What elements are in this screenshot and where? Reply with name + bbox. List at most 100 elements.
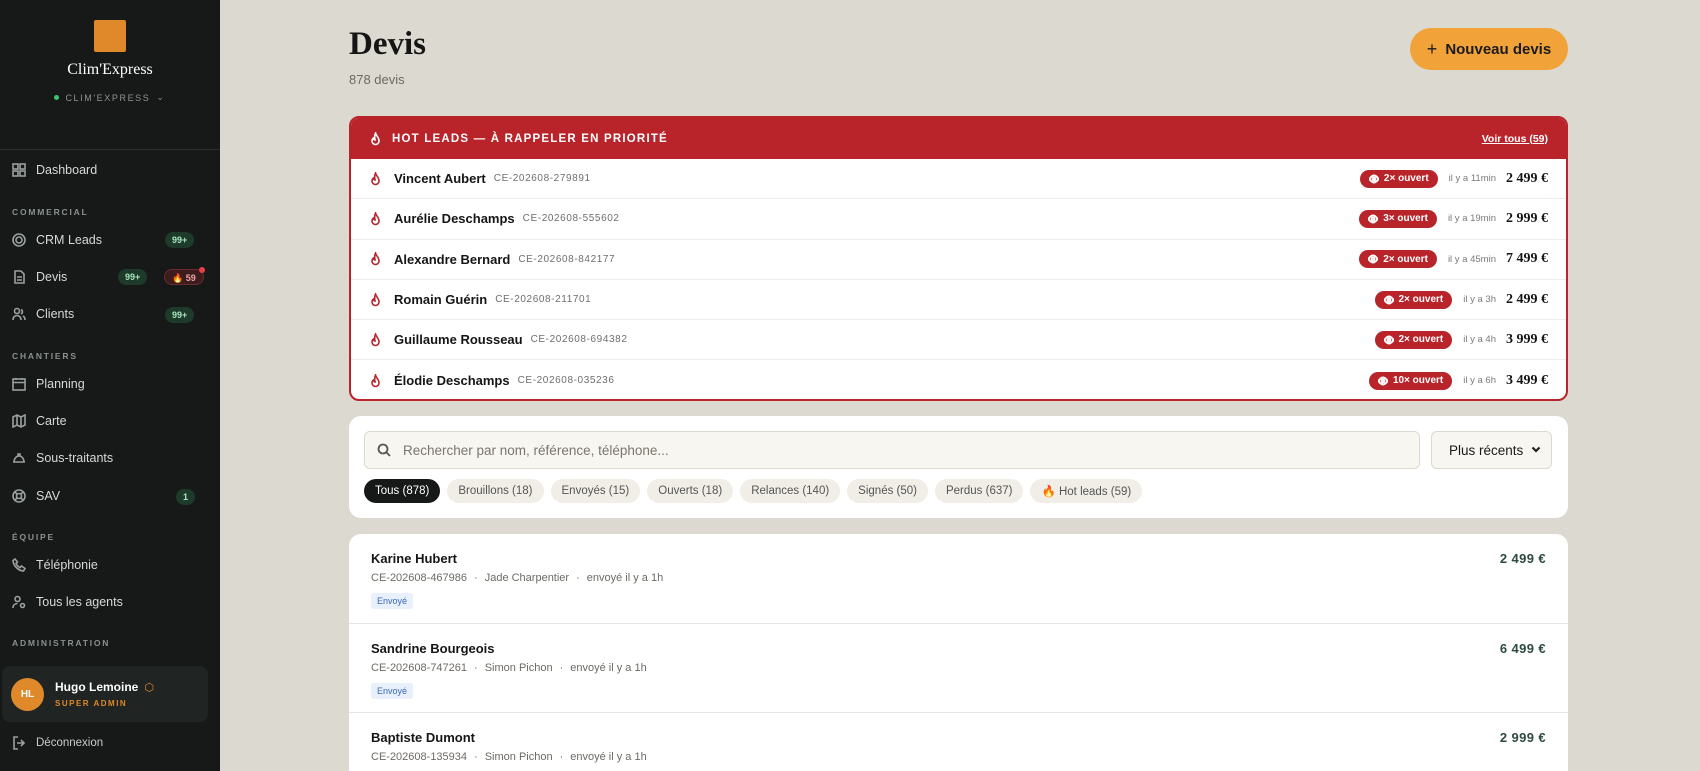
hot-lead-row[interactable]: Romain Guérin CE-202608-211701 2× ouvert il…	[351, 280, 1566, 321]
separator: ·	[474, 572, 478, 584]
quote-row[interactable]: Sandrine Bourgeois CE-202608-747261 · Simon…	[349, 624, 1568, 713]
lead-reference: CE-202608-694382	[530, 334, 628, 346]
quote-row[interactable]: Baptiste Dumont CE-202608-135934 · Simon Pi…	[349, 713, 1568, 771]
new-quote-button[interactable]: + Nouveau devis	[1410, 28, 1568, 70]
sidebar-item-label: CRM Leads	[36, 233, 102, 247]
lead-time: il y a 3h	[1463, 294, 1496, 306]
hot-leads-list: Vincent Aubert CE-202608-279891 2× ouvert i…	[351, 159, 1566, 399]
sidebar-item-sous-traitants[interactable]: Sous-traitants	[0, 444, 220, 472]
filter-chip[interactable]: Ouverts (18)	[647, 479, 734, 503]
brand-logo	[94, 20, 126, 52]
quote-reference: CE-202608-747261	[371, 661, 468, 674]
opened-count: 10× ouvert	[1392, 375, 1444, 387]
quote-agent: Simon Pichon	[484, 661, 553, 674]
calendar-icon	[12, 377, 26, 391]
quote-count: 878 devis	[349, 72, 405, 87]
sidebar-item-telephonie[interactable]: Téléphonie	[0, 551, 220, 579]
lead-amount: 2 999 €	[1506, 210, 1548, 226]
lead-name: Élodie Deschamps	[394, 373, 510, 389]
quote-reference: CE-202608-467986	[371, 572, 468, 584]
hot-leads-title: HOT LEADS — À RAPPELER EN PRIORITÉ	[392, 132, 668, 145]
flame-icon	[369, 171, 382, 186]
page-title: Devis	[349, 26, 426, 62]
hot-lead-row[interactable]: Alexandre Bernard CE-202608-842177 2× ouve…	[351, 240, 1566, 280]
eye-icon	[1383, 295, 1394, 305]
opened-count: 2× ouvert	[1383, 173, 1429, 185]
sidebar-item-label: Téléphonie	[36, 558, 98, 572]
eye-icon	[1377, 376, 1388, 386]
plus-icon: +	[1426, 38, 1438, 59]
sort-select[interactable]: Plus récents	[1431, 431, 1552, 469]
opened-count-badge: 2× ouvert	[1359, 250, 1437, 269]
filter-chip[interactable]: Envoyés (15)	[550, 479, 641, 503]
avatar: HL	[11, 677, 44, 711]
target-icon	[12, 233, 26, 247]
user-settings-icon	[12, 595, 26, 609]
devis-hot-badge: 🔥 59	[164, 267, 205, 285]
see-all-hot-leads-link[interactable]: Voir tous (59)	[1482, 133, 1548, 145]
user-card[interactable]: HL Hugo Lemoine ⬡ SUPER ADMIN	[2, 666, 208, 722]
map-icon	[12, 413, 26, 429]
sidebar-item-label: Dashboard	[36, 163, 98, 177]
search-input[interactable]	[403, 442, 1403, 458]
filter-chip[interactable]: Tous (878)	[364, 479, 441, 503]
sidebar-item-label: Tous les agents	[36, 595, 123, 609]
hot-lead-row[interactable]: Aurélie Deschamps CE-202608-555602 3× ouve…	[351, 199, 1566, 240]
lead-meta: 2× ouvert il y a 3h 2 499 €	[1374, 290, 1548, 309]
separator: ·	[474, 751, 478, 763]
hot-lead-row[interactable]: Guillaume Rousseau CE-202608-694382 2× ouv…	[351, 320, 1566, 361]
opened-count-badge: 2× ouvert	[1374, 290, 1453, 309]
sidebar-item-label: Planning	[36, 377, 85, 391]
eye-icon	[1368, 214, 1379, 224]
filter-chip[interactable]: Relances (140)	[740, 479, 841, 503]
opened-count-badge: 3× ouvert	[1359, 209, 1437, 228]
hard-hat-icon	[12, 451, 26, 465]
sidebar-item-agents[interactable]: Tous les agents	[0, 588, 220, 616]
lead-reference: CE-202608-842177	[518, 253, 616, 265]
opened-count-badge: 2× ouvert	[1359, 169, 1438, 188]
quote-sent-time: envoyé il y a 1h	[570, 661, 647, 674]
separator: ·	[559, 661, 564, 674]
sidebar-item-label: SAV	[36, 489, 61, 503]
lead-time: il y a 4h	[1463, 334, 1496, 346]
filter-chip[interactable]: Perdus (637)	[934, 479, 1024, 503]
logout-label: Déconnexion	[36, 737, 104, 749]
lead-name: Alexandre Bernard	[394, 251, 511, 267]
brand-name: Clim'Express	[67, 61, 153, 78]
sidebar-item-carte[interactable]: Carte	[0, 407, 220, 435]
filter-chip[interactable]: 🔥 Hot leads (59)	[1030, 479, 1143, 503]
section-chantiers: CHANTIERS	[12, 351, 78, 361]
hot-lead-row[interactable]: Élodie Deschamps CE-202608-035236 10× ouve…	[351, 360, 1566, 399]
opened-count-badge: 10× ouvert	[1368, 371, 1453, 390]
sidebar-item-label: Devis	[36, 270, 68, 284]
hot-leads-panel: HOT LEADS — À RAPPELER EN PRIORITÉ Voir …	[349, 116, 1568, 401]
flame-icon	[369, 292, 382, 307]
grid-icon	[12, 163, 26, 177]
opened-count: 2× ouvert	[1398, 294, 1444, 306]
user-info: Hugo Lemoine ⬡ SUPER ADMIN	[55, 680, 154, 708]
status-dot-icon	[54, 95, 60, 100]
logout-link[interactable]: Déconnexion	[12, 736, 103, 750]
filter-chip[interactable]: Signés (50)	[847, 479, 928, 503]
sidebar-item-dashboard[interactable]: Dashboard	[0, 156, 220, 184]
lead-reference: CE-202608-279891	[493, 173, 591, 185]
brand-block: Clim'Express CLIM'EXPRESS ⌄	[0, 0, 220, 150]
sidebar-item-planning[interactable]: Planning	[0, 370, 220, 398]
opened-count-badge: 2× ouvert	[1374, 330, 1453, 349]
phone-icon	[12, 557, 27, 572]
workspace-switcher[interactable]: CLIM'EXPRESS ⌄	[54, 92, 165, 103]
quote-row[interactable]: Karine Hubert CE-202608-467986 · Jade Charp…	[349, 534, 1568, 624]
chevron-down-icon: ⌄	[156, 92, 166, 102]
section-administration: ADMINISTRATION	[12, 638, 111, 648]
opened-count: 2× ouvert	[1398, 334, 1444, 346]
lead-time: il y a 6h	[1463, 375, 1496, 387]
flame-icon	[369, 252, 382, 266]
quote-list: Karine Hubert CE-202608-467986 · Jade Charp…	[349, 534, 1568, 771]
separator: ·	[474, 661, 478, 674]
flame-icon	[369, 211, 382, 226]
filter-card: Plus récents Tous (878)Brouillons (18)En…	[349, 416, 1568, 518]
filter-chip[interactable]: Brouillons (18)	[447, 479, 544, 503]
lead-reference: CE-202608-555602	[522, 213, 620, 225]
hot-lead-row[interactable]: Vincent Aubert CE-202608-279891 2× ouvert i…	[351, 159, 1566, 200]
quote-meta: CE-202608-467986 · Jade Charpentier · envoyé…	[371, 572, 1568, 584]
